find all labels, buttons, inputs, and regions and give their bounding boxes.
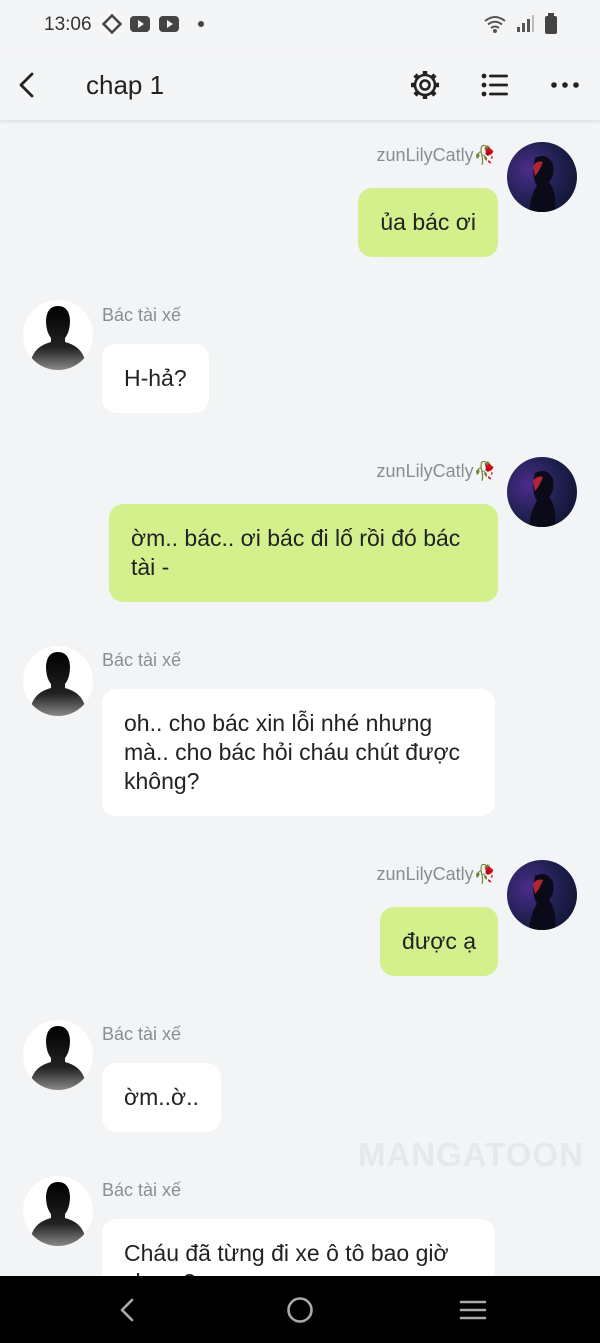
more-button[interactable] [547,67,583,103]
sender-name: Bác tài xế [102,305,182,325]
settings-icon [411,71,439,99]
status-bar: 13:06 [0,0,600,50]
youtube-icon [159,16,179,32]
app-bar: chap 1 [0,50,600,120]
avatar[interactable] [507,457,577,527]
avatar[interactable] [23,1020,93,1090]
chat-area[interactable]: zunLilyCatly🥀 ủa bác ơi Bác tài xế H-hả?… [0,120,600,1276]
message-bubble[interactable]: ờm.. bác.. ơi bác đi lố rồi đó bác tài - [109,504,498,602]
avatar[interactable] [507,860,577,930]
user-silhouette-icon [529,874,556,930]
person-silhouette-icon [31,1026,85,1090]
user-silhouette-icon [529,156,556,212]
nav-back-button[interactable] [110,1292,146,1328]
sender-name: Bác tài xế [102,1024,182,1044]
avatar[interactable] [507,142,577,212]
person-silhouette-icon [31,652,85,716]
message-bubble[interactable]: được ạ [380,907,498,976]
signal-icon [517,15,534,32]
system-nav-bar [0,1276,600,1343]
wifi-icon [484,16,506,33]
more-icon [551,82,579,88]
list-icon [481,73,508,97]
nav-home-icon [287,1297,313,1323]
chapter-list-button[interactable] [477,67,513,103]
sender-name: Bác tài xế [102,1180,182,1200]
sender-name: zunLilyCatly🥀 [376,145,496,165]
battery-icon [545,13,557,34]
nav-back-icon [120,1298,134,1322]
page-title: chap 1 [86,70,165,100]
watermark: MANGATOON [358,1136,584,1173]
sender-name: zunLilyCatly🥀 [376,461,496,481]
sender-name: zunLilyCatly🥀 [376,864,496,884]
message-bubble[interactable]: oh.. cho bác xin lỗi nhé nhưng mà.. cho … [102,689,495,816]
diamond-icon [102,14,122,34]
message-bubble[interactable]: ủa bác ơi [358,188,498,257]
message-bubble[interactable]: Cháu đã từng đi xe ô tô bao giờ chưa ? [102,1219,495,1276]
back-button[interactable] [12,67,44,103]
message-bubble[interactable]: ờm..ờ.. [102,1063,221,1132]
message-bubble[interactable]: H-hả? [102,344,209,413]
dot-icon [198,21,204,27]
settings-button[interactable] [407,67,443,103]
user-silhouette-icon [529,471,556,527]
status-time: 13:06 [44,14,92,35]
chevron-left-icon [19,72,34,98]
person-silhouette-icon [31,306,85,370]
status-system-icons [484,13,558,35]
avatar[interactable] [23,300,93,370]
person-silhouette-icon [31,1182,85,1246]
sender-name: Bác tài xế [102,650,182,670]
avatar[interactable] [23,1176,93,1246]
nav-menu-icon [459,1300,487,1320]
youtube-icon [130,16,150,32]
nav-menu-button[interactable] [455,1292,491,1328]
avatar[interactable] [23,646,93,716]
nav-home-button[interactable] [282,1292,318,1328]
status-notification-icons [102,14,207,34]
